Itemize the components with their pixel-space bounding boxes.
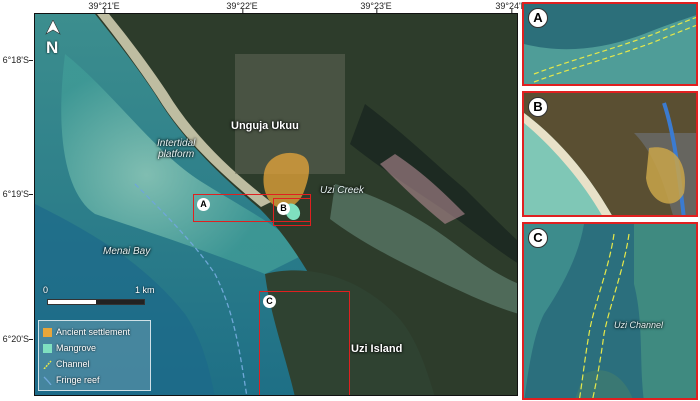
- legend-item: Mangrove: [43, 340, 146, 356]
- legend-label: Channel: [56, 359, 90, 369]
- town-label: Unguja Ukuu: [231, 120, 299, 132]
- inset-a-imagery: [524, 4, 696, 84]
- longitude-tick: 39°21'E: [88, 1, 120, 14]
- legend-label: Mangrove: [56, 343, 97, 353]
- north-label: N: [46, 38, 59, 57]
- inset-a[interactable]: A: [522, 2, 698, 86]
- latitude-tick: 6°19'S: [0, 189, 33, 199]
- channel-label: Uzi Channel: [614, 320, 664, 330]
- map-legend: Ancient settlement Mangrove Channel Frin…: [38, 320, 151, 391]
- channel-line-icon: [43, 360, 52, 369]
- box-c-tag: C: [263, 295, 276, 308]
- longitude-tick: 39°22'E: [226, 1, 258, 14]
- inset-c[interactable]: C Uzi Channel: [522, 222, 698, 400]
- legend-item: Channel: [43, 356, 146, 372]
- island-label: Uzi Island: [351, 343, 403, 355]
- legend-label: Ancient settlement: [56, 327, 131, 337]
- mangrove-swatch: [43, 343, 52, 353]
- inset-c-tag: C: [528, 228, 548, 248]
- scale-bar-graphic: [47, 299, 145, 305]
- scale-start: 0: [43, 285, 49, 295]
- legend-label: Fringe reef: [56, 375, 100, 385]
- scale-bar: 0 1 km: [43, 285, 163, 316]
- intertidal-label: Intertidal platform: [157, 138, 196, 160]
- inset-box-c[interactable]: C: [259, 291, 350, 395]
- north-arrow: N: [43, 20, 63, 60]
- inset-b-tag: B: [528, 97, 548, 117]
- settlement-swatch: [43, 327, 52, 337]
- longitude-tick: 39°23'E: [360, 1, 392, 14]
- inset-box-b[interactable]: B: [273, 198, 311, 226]
- creek-label: Uzi Creek: [320, 185, 364, 196]
- legend-item: Fringe reef: [43, 372, 146, 388]
- box-b-tag: B: [277, 202, 290, 215]
- latitude-tick: 6°18'S: [0, 55, 33, 65]
- inset-b-imagery: [524, 93, 696, 215]
- inset-b[interactable]: B: [522, 91, 698, 217]
- latitude-tick: 6°20'S: [0, 334, 33, 344]
- reef-line-icon: [43, 376, 52, 385]
- legend-item: Ancient settlement: [43, 324, 146, 340]
- bay-label: Menai Bay: [103, 246, 151, 257]
- inset-c-imagery: [524, 224, 696, 398]
- scale-end: 1 km: [135, 285, 155, 295]
- main-satellite-map[interactable]: N Unguja Ukuu Intertidal platform Uzi Cr…: [34, 13, 518, 396]
- inset-a-tag: A: [528, 8, 548, 28]
- latitude-frame: 6°18'S 6°19'S 6°20'S: [0, 0, 33, 401]
- box-a-tag: A: [197, 198, 210, 211]
